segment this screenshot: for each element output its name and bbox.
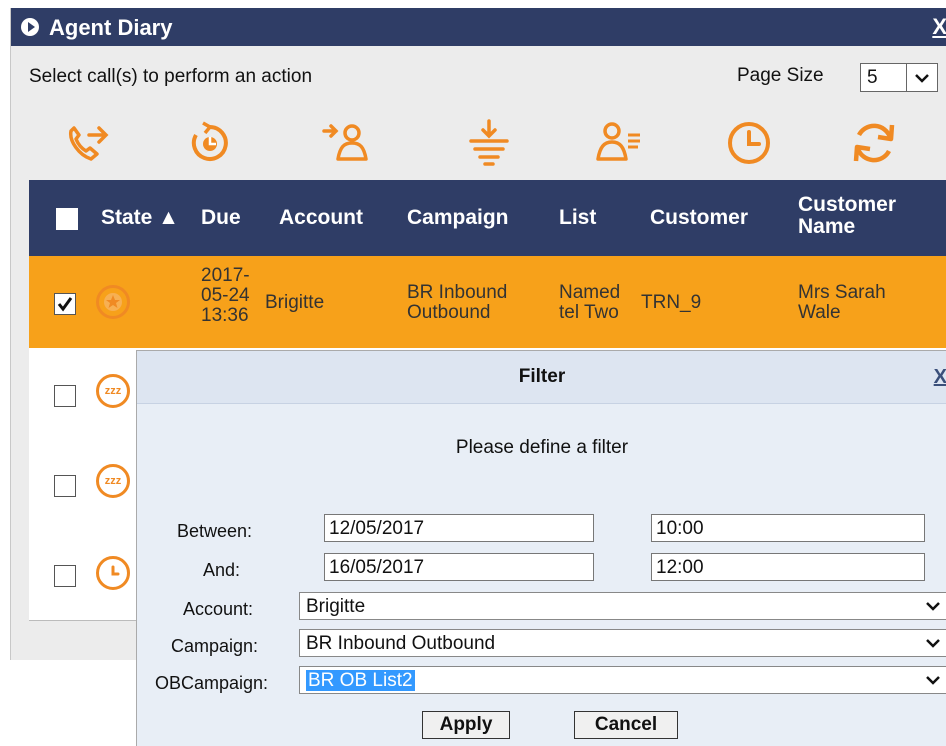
row-due-line3: 13:36 (201, 305, 249, 326)
filter-prompt: Please define a filter (455, 437, 629, 458)
chevron-down-icon (920, 630, 946, 656)
snooze-icon: zzz (96, 464, 130, 498)
between-label: Between: (177, 521, 253, 541)
row-checkbox[interactable] (54, 385, 76, 407)
obcampaign-select[interactable]: BR OB List2 (299, 666, 946, 694)
row-list-line2: tel Two (559, 302, 619, 323)
callback-timer-icon[interactable] (180, 113, 240, 173)
row-customer: TRN_9 (641, 292, 702, 313)
obcampaign-label: OBCampaign: (155, 673, 269, 693)
column-customer-name-line1: Customer (798, 193, 897, 216)
page-size-value: 5 (867, 67, 878, 88)
filter-close-button[interactable]: X (934, 366, 946, 389)
table-row[interactable]: 2017- 05-24 13:36 Brigitte BR Inbound Ou… (29, 256, 946, 349)
column-due[interactable]: Due (201, 207, 241, 229)
and-time-input[interactable]: 12:00 (651, 553, 925, 581)
row-checkbox[interactable] (54, 565, 76, 587)
campaign-label: Campaign: (171, 636, 259, 656)
row-checkbox[interactable] (54, 293, 76, 315)
and-label: And: (203, 560, 241, 580)
transfer-agent-icon[interactable] (318, 113, 378, 173)
diary-title: Agent Diary (49, 15, 173, 40)
call-back-icon[interactable] (57, 113, 117, 173)
campaign-select[interactable]: BR Inbound Outbound (299, 629, 946, 657)
column-account[interactable]: Account (279, 207, 363, 229)
apply-button[interactable]: Apply (422, 711, 510, 739)
diary-titlebar: Agent Diary X (11, 8, 946, 46)
star-icon (96, 285, 130, 319)
refresh-icon[interactable] (844, 113, 904, 173)
column-customer[interactable]: Customer (650, 207, 748, 229)
select-all-checkbox[interactable] (56, 208, 78, 230)
agent-list-icon[interactable] (588, 113, 648, 173)
filter-dialog: Filter X Please define a filter Between:… (136, 350, 946, 746)
row-list: Named tel Two (559, 283, 620, 323)
instruction-text: Select call(s) to perform an action (29, 66, 313, 87)
snooze-icon: zzz (96, 374, 130, 408)
and-date-input[interactable]: 16/05/2017 (324, 553, 594, 581)
column-list[interactable]: List (559, 207, 596, 229)
clock-icon (96, 556, 130, 590)
page-size-select[interactable]: 5 (860, 63, 938, 92)
chevron-down-icon (906, 64, 937, 91)
column-state[interactable]: State ▲ (101, 207, 179, 229)
row-account: Brigitte (265, 292, 325, 313)
column-campaign[interactable]: Campaign (407, 207, 509, 229)
obcampaign-select-value: BR OB List2 (306, 670, 415, 691)
chevron-down-icon (920, 593, 946, 619)
clock-icon[interactable] (719, 113, 779, 173)
diary-close-button[interactable]: X (932, 14, 946, 40)
row-campaign-line2: Outbound (407, 302, 491, 323)
between-date-input[interactable]: 12/05/2017 (324, 514, 594, 542)
row-customer-name-line2: Wale (798, 302, 841, 323)
filter-title: Filter (518, 366, 566, 387)
column-customer-name[interactable]: Customer Name (798, 194, 896, 238)
account-select[interactable]: Brigitte (299, 592, 946, 620)
filter-titlebar: Filter X (137, 351, 946, 404)
row-customer-name: Mrs Sarah Wale (798, 283, 886, 323)
row-list-line1: Named (559, 282, 621, 303)
row-due: 2017- 05-24 13:36 (201, 266, 250, 326)
account-label: Account: (183, 599, 254, 619)
chevron-down-icon (920, 667, 946, 693)
row-campaign-line1: BR Inbound (407, 282, 508, 303)
cancel-button[interactable]: Cancel (574, 711, 678, 739)
row-due-line2: 05-24 (201, 285, 250, 306)
filter-icon[interactable] (459, 113, 519, 173)
row-due-line1: 2017- (201, 265, 250, 286)
table-header: State ▲ Due Account Campaign List Custom… (29, 180, 946, 256)
between-time-input[interactable]: 10:00 (651, 514, 925, 542)
checkmark-icon (57, 297, 73, 312)
column-customer-name-line2: Name (798, 215, 856, 238)
row-campaign: BR Inbound Outbound (407, 283, 507, 323)
row-customer-name-line1: Mrs Sarah (798, 282, 886, 303)
collapse-icon[interactable] (21, 18, 39, 36)
row-checkbox[interactable] (54, 475, 76, 497)
account-select-value: Brigitte (306, 596, 366, 617)
campaign-select-value: BR Inbound Outbound (306, 633, 496, 654)
page-size-label: Page Size (737, 65, 824, 86)
